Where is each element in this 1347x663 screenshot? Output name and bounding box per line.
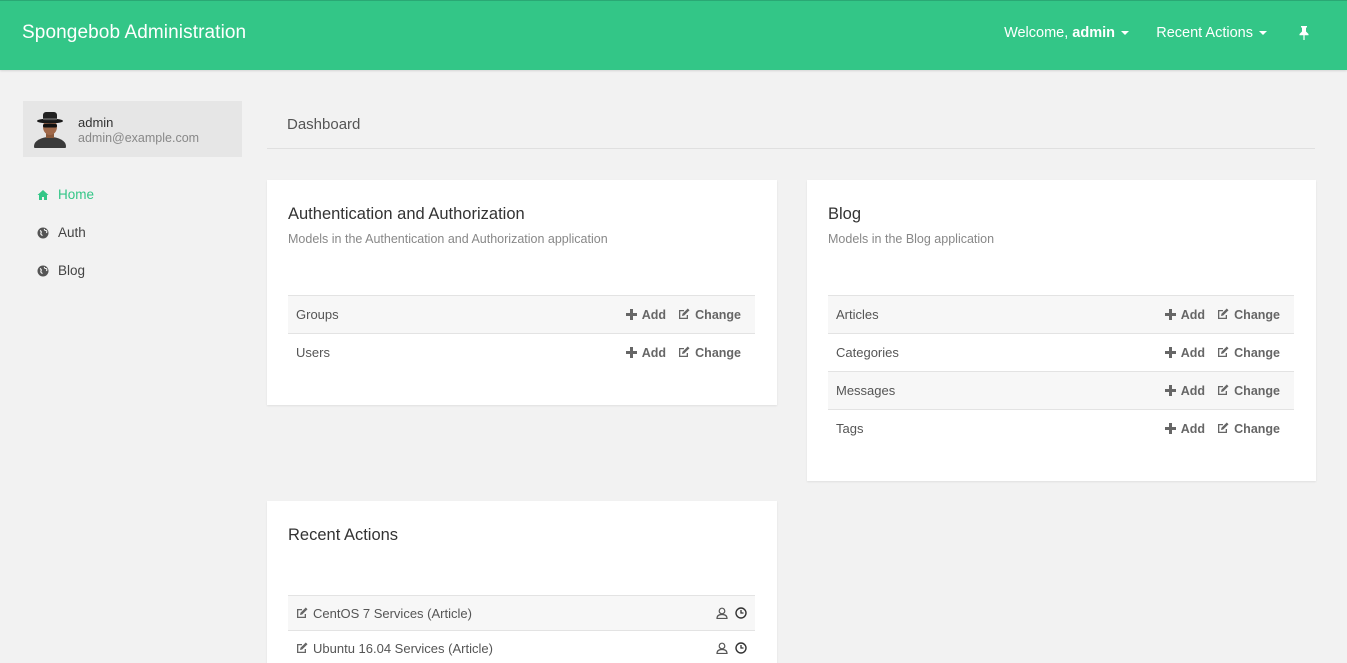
change-label: Change (1234, 422, 1280, 436)
model-row-groups: Groups Add Change (288, 296, 755, 334)
breadcrumb: Dashboard (267, 101, 1315, 149)
plus-icon (625, 309, 637, 320)
model-name[interactable]: Tags (836, 421, 863, 436)
model-name[interactable]: Categories (836, 345, 899, 360)
globe-icon (37, 265, 49, 277)
model-table: Articles Add Change Categories Add Chang… (828, 295, 1294, 448)
app-title[interactable]: Blog (828, 205, 861, 224)
add-button[interactable]: Add (1164, 308, 1205, 322)
model-name[interactable]: Messages (836, 383, 895, 398)
sidebar-item-label: Auth (58, 225, 86, 240)
top-navbar: Spongebob Administration Welcome, admin … (0, 0, 1347, 70)
model-name[interactable]: Users (296, 345, 330, 360)
add-button[interactable]: Add (625, 308, 666, 322)
app-subtitle: Models in the Authentication and Authori… (288, 232, 608, 246)
change-label: Change (1234, 346, 1280, 360)
add-label: Add (1180, 422, 1205, 436)
add-label: Add (1180, 384, 1205, 398)
app-subtitle: Models in the Blog application (828, 232, 995, 246)
change-button[interactable]: Change (1217, 308, 1280, 322)
edit-icon (1218, 346, 1229, 357)
change-button[interactable]: Change (678, 346, 741, 360)
app-card-blog: Blog Models in the Blog application Arti… (807, 180, 1316, 481)
page-title: Dashboard (287, 116, 361, 133)
edit-icon (297, 642, 308, 653)
brand-title[interactable]: Spongebob Administration (22, 22, 246, 44)
list-item: CentOS 7 Services (Article) (288, 596, 755, 631)
recent-actions-list: CentOS 7 Services (Article) Ubuntu 16.04… (288, 595, 755, 663)
change-label: Change (1234, 384, 1280, 398)
edit-icon (1218, 422, 1229, 433)
clock-icon (735, 607, 747, 619)
recent-action-link[interactable]: CentOS 7 Services (Article) (313, 606, 472, 621)
sidebar-item-home[interactable]: Home (23, 178, 242, 216)
app-card-auth: Authentication and Authorization Models … (267, 180, 777, 405)
model-row-tags: Tags Add Change (828, 410, 1294, 448)
user-icon (716, 607, 728, 619)
add-button[interactable]: Add (1164, 346, 1205, 360)
model-name[interactable]: Articles (836, 307, 879, 322)
caret-down-icon (1259, 31, 1267, 36)
user-email: admin@example.com (78, 131, 200, 145)
thumbtack-icon[interactable] (1299, 26, 1309, 44)
model-row-articles: Articles Add Change (828, 296, 1294, 334)
plus-icon (1164, 385, 1176, 396)
add-button[interactable]: Add (1164, 384, 1205, 398)
add-button[interactable]: Add (1164, 422, 1205, 436)
change-label: Change (1234, 308, 1280, 322)
edit-icon (679, 308, 690, 319)
model-table: Groups Add Change Users Add Change (288, 295, 755, 372)
recent-actions-card: Recent Actions CentOS 7 Services (Articl… (267, 501, 777, 663)
avatar (34, 112, 66, 148)
add-label: Add (641, 346, 666, 360)
welcome-prefix: Welcome, (1004, 25, 1069, 41)
recent-actions-title: Recent Actions (288, 526, 399, 544)
add-label: Add (1180, 308, 1205, 322)
change-button[interactable]: Change (1217, 346, 1280, 360)
home-icon (37, 190, 49, 200)
model-row-categories: Categories Add Change (828, 334, 1294, 372)
sidebar-nav: Home Auth Blog (23, 178, 242, 292)
edit-icon (297, 607, 308, 618)
welcome-username: admin (1072, 25, 1115, 41)
user-icon (716, 642, 728, 654)
plus-icon (1164, 423, 1176, 434)
list-item: Ubuntu 16.04 Services (Article) (288, 631, 755, 663)
sidebar-item-label: Home (58, 187, 95, 202)
user-card: admin admin@example.com (23, 101, 242, 157)
plus-icon (1164, 309, 1176, 320)
clock-icon (735, 642, 747, 654)
recent-actions-menu[interactable]: Recent Actions (1156, 25, 1267, 41)
plus-icon (1164, 347, 1176, 358)
change-label: Change (695, 346, 741, 360)
model-row-users: Users Add Change (288, 334, 755, 372)
recent-action-link[interactable]: Ubuntu 16.04 Services (Article) (313, 641, 493, 656)
app-title[interactable]: Authentication and Authorization (288, 205, 525, 224)
change-button[interactable]: Change (1217, 422, 1280, 436)
model-row-messages: Messages Add Change (828, 372, 1294, 410)
change-label: Change (695, 308, 741, 322)
caret-down-icon (1121, 31, 1129, 36)
edit-icon (1218, 308, 1229, 319)
sidebar-item-label: Blog (58, 263, 86, 278)
welcome-user-menu[interactable]: Welcome, admin (1004, 25, 1129, 41)
add-button[interactable]: Add (625, 346, 666, 360)
edit-icon (1218, 384, 1229, 395)
sidebar-item-blog[interactable]: Blog (23, 254, 242, 292)
change-button[interactable]: Change (1217, 384, 1280, 398)
add-label: Add (1180, 346, 1205, 360)
globe-icon (37, 227, 49, 239)
user-name: admin (78, 115, 114, 130)
sidebar-item-auth[interactable]: Auth (23, 216, 242, 254)
change-button[interactable]: Change (678, 308, 741, 322)
plus-icon (625, 347, 637, 358)
model-name[interactable]: Groups (296, 307, 339, 322)
edit-icon (679, 346, 690, 357)
add-label: Add (641, 308, 666, 322)
recent-actions-label: Recent Actions (1156, 25, 1253, 41)
